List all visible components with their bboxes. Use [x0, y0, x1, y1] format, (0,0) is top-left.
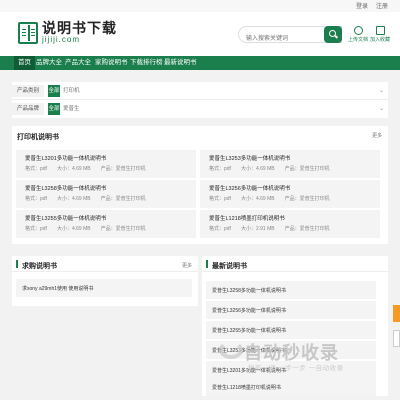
item-title[interactable]: 爱普生L1218喷墨打印机说明书 — [212, 384, 281, 391]
filter-all-button[interactable]: 全部 — [48, 103, 60, 115]
watermark-logo-icon — [219, 341, 243, 359]
printer-manuals-section: 打印机说明书 更多 爱普生L3201多功能一体机说明书 格式：pdf 大小：4.… — [12, 126, 388, 244]
watermark-subtext: 智能一键 一步一步 一自动收录 — [248, 365, 344, 372]
section-mark — [16, 260, 18, 268]
list-item[interactable]: 爱普生L3255多功能一体机说明书 格式：pdf 大小：4.69 MB 产品：爱… — [16, 210, 196, 238]
item-title[interactable]: 爱普生L3258多功能一体机说明书 — [25, 184, 106, 192]
top-bar: 登录 注册 — [0, 0, 400, 12]
item-meta: 格式：pdf 大小：4.69 MB 产品：爱普生打印机 — [209, 196, 330, 202]
list-item[interactable]: 爱普生L3253多功能一体机说明书 格式：pdf 大小：4.69 MB 产品：爱… — [200, 150, 380, 178]
item-meta: 格式：pdf 大小：2.91 MB 产品：爱普生打印机 — [209, 226, 330, 232]
filter-row-brand: 产品品牌 全部 爱普生 ⌄ — [12, 100, 388, 118]
list-item[interactable]: 爱普生L3201多功能一体机说明书 格式：pdf 大小：4.69 MB 产品：爱… — [16, 150, 196, 178]
filter-option[interactable]: 打印机 — [63, 85, 80, 97]
search-input[interactable] — [239, 31, 319, 47]
item-meta: 格式：pdf 大小：4.69 MB 产品：爱普生打印机 — [209, 166, 330, 172]
filter-all-button[interactable]: 全部 — [48, 85, 60, 97]
list-item[interactable]: 求sony a29mh1使用 使用说明书 — [16, 279, 192, 297]
filter-label: 产品类别 — [12, 85, 44, 97]
nav-item-latest[interactable]: 最新说明书 — [160, 56, 201, 70]
filter-label: 产品品牌 — [12, 103, 44, 115]
search-button[interactable] — [324, 26, 342, 43]
item-title[interactable]: 爱普生L3253多功能一体机说明书 — [209, 154, 290, 162]
item-title[interactable]: 爱普生L3256多功能一体机说明书 — [212, 307, 286, 314]
more-link[interactable]: 更多 — [372, 132, 382, 139]
nav-item-products[interactable]: 产品大全 — [61, 56, 95, 70]
filter-row-category: 产品类别 全部 打印机 ⌄ — [12, 82, 388, 100]
feedback-side-button[interactable] — [393, 305, 400, 322]
site-logo[interactable]: 说明书下载 jijiji.com — [18, 21, 117, 44]
section-mark — [206, 260, 208, 268]
chevron-down-icon[interactable]: ⌄ — [379, 85, 384, 97]
main-nav: 首页 品牌大全 产品大全 家购说明书 下载排行榜 最新说明书 — [0, 56, 400, 70]
chevron-down-icon[interactable]: ⌄ — [379, 103, 384, 115]
list-item[interactable]: 爱普生L3256多功能一体机说明书 格式：pdf 大小：4.69 MB 产品：爱… — [200, 180, 380, 208]
list-item[interactable]: 爱普生L3256多功能一体机说明书 — [206, 301, 376, 319]
item-meta: 格式：pdf 大小：4.69 MB 产品：爱普生打印机 — [25, 166, 146, 172]
buy-requests-section: 求购说明书 更多 求sony a29mh1使用 使用说明书 — [12, 256, 198, 306]
watermark-overlay: 自动秒收录 智能一键 一步一步 一自动收录 — [209, 336, 389, 376]
item-meta: 格式：pdf 大小：4.69 MB 产品：爱普生打印机 — [25, 226, 146, 232]
list-item[interactable]: 爱普生L3258多功能一体机说明书 — [206, 281, 376, 299]
bookmark-icon — [375, 26, 385, 35]
upload-document-button[interactable]: 上传文档 — [346, 26, 370, 43]
upload-icon — [353, 26, 363, 35]
add-favorite-button[interactable]: 加入收藏 — [368, 26, 392, 43]
account-links: 登录 注册 — [356, 1, 388, 10]
upload-label: 上传文档 — [347, 37, 368, 43]
section-title: 最新说明书 — [212, 263, 247, 270]
favorite-label: 加入收藏 — [369, 37, 390, 43]
item-meta: 格式：pdf 大小：4.69 MB 产品：爱普生打印机 — [25, 196, 146, 202]
section-title: 打印机说明书 — [17, 134, 59, 141]
more-link[interactable]: 更多 — [182, 262, 192, 269]
login-link[interactable]: 登录 — [356, 1, 368, 10]
filter-panel: 产品类别 全部 打印机 ⌄ 产品品牌 全部 爱普生 ⌄ — [12, 82, 388, 118]
item-title[interactable]: 爱普生L3201多功能一体机说明书 — [25, 154, 106, 162]
item-title[interactable]: 爱普生L3255多功能一体机说明书 — [212, 327, 286, 334]
list-item[interactable]: 爱普生L1218喷墨打印机说明书 — [206, 378, 376, 396]
item-title[interactable]: 爱普生L3256多功能一体机说明书 — [209, 184, 290, 192]
item-title[interactable]: 爱普生L3258多功能一体机说明书 — [212, 287, 286, 294]
list-item[interactable]: 爱普生L1218喷墨打印机说明书 格式：pdf 大小：2.91 MB 产品：爱普… — [200, 210, 380, 238]
logo-title: 说明书下载 — [42, 20, 117, 36]
item-title[interactable]: 爱普生L1218喷墨打印机说明书 — [209, 214, 285, 222]
list-item[interactable]: 爱普生L3258多功能一体机说明书 格式：pdf 大小：4.69 MB 产品：爱… — [16, 180, 196, 208]
register-link[interactable]: 注册 — [376, 1, 388, 10]
book-icon — [18, 21, 38, 44]
filter-option[interactable]: 爱普生 — [63, 103, 80, 115]
section-title: 求购说明书 — [22, 263, 57, 270]
item-title[interactable]: 爱普生L3255多功能一体机说明书 — [25, 214, 106, 222]
item-title[interactable]: 求sony a29mh1使用 使用说明书 — [22, 285, 93, 292]
logo-domain: jijiji.com — [42, 35, 80, 44]
back-to-top-button[interactable] — [393, 330, 400, 347]
